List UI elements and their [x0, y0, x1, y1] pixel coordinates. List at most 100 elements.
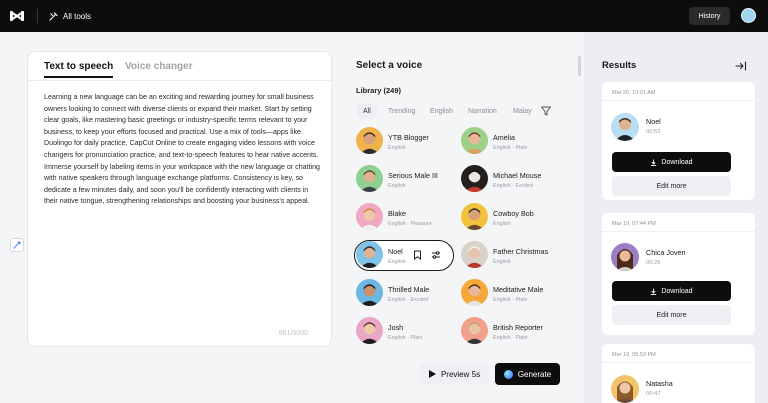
- scrollbar[interactable]: [578, 56, 581, 76]
- all-tools-label: All tools: [63, 11, 92, 21]
- filter-chip-narration[interactable]: Narration: [468, 104, 497, 118]
- collapse-panel-icon[interactable]: [735, 60, 747, 72]
- text-editor-panel: Text to speech Voice changer Learning a …: [27, 51, 332, 347]
- voice-item[interactable]: Thrilled Male English · Excited: [356, 279, 456, 309]
- person-portrait-icon: [616, 381, 634, 403]
- voice-item[interactable]: Amelia English · Plain: [461, 127, 561, 157]
- magic-wand-icon: [13, 241, 21, 249]
- voice-meta: English · Plain: [493, 297, 528, 303]
- edit-more-button[interactable]: Edit more: [612, 305, 731, 325]
- history-button[interactable]: History: [689, 7, 730, 25]
- voice-avatar: [356, 165, 383, 192]
- voice-item[interactable]: Meditative Male English · Plain: [461, 279, 561, 309]
- voice-name: Josh: [388, 323, 404, 332]
- voice-item[interactable]: Noel English: [356, 241, 456, 271]
- person-portrait-icon: [464, 132, 485, 154]
- voice-avatar: [611, 243, 639, 271]
- preview-button[interactable]: Preview 5s: [420, 363, 489, 385]
- voice-meta: English: [388, 145, 406, 151]
- generate-button[interactable]: Generate: [495, 363, 560, 385]
- result-voice-name: Noel: [646, 117, 661, 126]
- voice-avatar: [356, 203, 383, 230]
- voice-item[interactable]: Serious Male III English: [356, 165, 456, 195]
- voice-avatar: [611, 375, 639, 403]
- play-icon: [428, 370, 436, 378]
- generate-label: Generate: [517, 369, 552, 379]
- divider: [602, 100, 755, 101]
- result-date: Mar 19, 05:53 PM: [612, 352, 656, 358]
- voice-meta: English: [493, 259, 511, 265]
- voice-name: Cowboy Bob: [493, 209, 534, 218]
- download-icon: [651, 287, 657, 295]
- voice-item[interactable]: Josh English · Plain: [356, 317, 456, 347]
- tools-icon: [49, 11, 58, 21]
- result-card: Mar 20, 10:01 AM Noel 00:53 Download Edi…: [602, 82, 755, 200]
- generate-orb-icon: [503, 369, 513, 379]
- script-text-area[interactable]: Learning a new language can be an exciti…: [44, 92, 320, 208]
- person-portrait-icon: [616, 249, 634, 271]
- voice-meta: English · Plain: [388, 335, 423, 341]
- voice-avatar: [611, 113, 639, 141]
- download-icon: [651, 158, 657, 166]
- filter-icon[interactable]: [540, 105, 552, 117]
- result-duration: 00:25: [646, 260, 661, 266]
- voice-name: Noel: [388, 247, 403, 256]
- tab-text-to-speech[interactable]: Text to speech: [44, 61, 114, 78]
- download-label: Download: [661, 287, 693, 295]
- voice-meta: English · Pleasure: [388, 221, 432, 227]
- download-label: Download: [661, 158, 693, 166]
- voice-filter-chips: All Trending English Narration Malay: [356, 104, 556, 118]
- result-duration: 00:47: [646, 391, 661, 397]
- top-bar: All tools History: [0, 0, 768, 32]
- edit-more-button[interactable]: Edit more: [612, 176, 731, 196]
- all-tools-button[interactable]: All tools: [49, 9, 91, 23]
- filter-chip-trending[interactable]: Trending: [388, 104, 415, 118]
- voice-item[interactable]: Blake English · Pleasure: [356, 203, 456, 233]
- capcut-logo-icon[interactable]: [9, 8, 25, 24]
- download-button[interactable]: Download: [612, 281, 731, 301]
- voice-name: Meditative Male: [493, 285, 544, 294]
- voice-name: Thrilled Male: [388, 285, 430, 294]
- voice-meta: English · Excited: [493, 183, 534, 189]
- voice-avatar: [461, 203, 488, 230]
- person-portrait-icon: [464, 170, 485, 192]
- voice-meta: English · Excited: [388, 297, 429, 303]
- preview-label: Preview 5s: [440, 369, 481, 379]
- filter-chip-malay[interactable]: Malay: [513, 104, 532, 118]
- bookmark-icon[interactable]: [413, 250, 422, 260]
- voice-avatar: [461, 317, 488, 344]
- voice-avatar: [356, 127, 383, 154]
- result-date: Mar 19, 07:44 PM: [612, 221, 656, 227]
- filter-chip-english[interactable]: English: [430, 104, 453, 118]
- voice-item[interactable]: Michael Mouse English · Excited: [461, 165, 561, 195]
- person-portrait-icon: [359, 208, 380, 230]
- character-count: 861/5000: [278, 330, 308, 337]
- filter-chip-all[interactable]: All: [357, 104, 377, 118]
- person-portrait-icon: [615, 118, 635, 141]
- result-voice-name: Chica Joven: [646, 248, 686, 257]
- voice-name: British Reporter: [493, 323, 543, 332]
- side-tools-button[interactable]: [10, 238, 24, 252]
- tab-voice-changer[interactable]: Voice changer: [125, 61, 193, 72]
- voice-item[interactable]: Cowboy Bob English: [461, 203, 561, 233]
- voice-meta: English · Plain: [493, 145, 528, 151]
- voice-item[interactable]: YTB Blogger English: [356, 127, 456, 157]
- person-portrait-icon: [359, 284, 380, 306]
- select-voice-heading: Select a voice: [356, 60, 423, 71]
- voice-avatar: [461, 241, 488, 268]
- result-duration: 00:53: [646, 129, 661, 135]
- voice-avatar: [461, 165, 488, 192]
- voice-item[interactable]: Father Christmas English: [461, 241, 561, 271]
- voice-meta: English: [493, 221, 511, 227]
- person-portrait-icon: [359, 322, 380, 344]
- person-portrait-icon: [464, 284, 485, 306]
- voice-name: Father Christmas: [493, 247, 549, 256]
- adjust-settings-icon[interactable]: [431, 250, 441, 260]
- download-button[interactable]: Download: [612, 152, 731, 172]
- voice-avatar: [461, 127, 488, 154]
- person-portrait-icon: [464, 246, 485, 268]
- person-portrait-icon: [359, 246, 380, 268]
- voice-item[interactable]: British Reporter English · Plain: [461, 317, 561, 347]
- user-avatar[interactable]: [741, 8, 756, 23]
- person-portrait-icon: [464, 322, 485, 344]
